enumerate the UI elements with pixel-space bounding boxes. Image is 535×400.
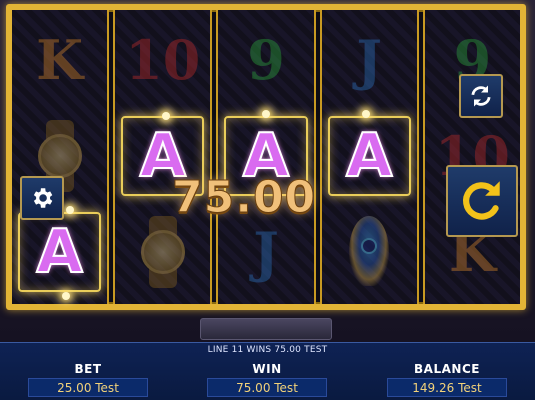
symbol-k: K: [36, 28, 84, 92]
balance-value: 149.26 Test: [387, 378, 507, 397]
autoplay-button[interactable]: [459, 74, 503, 118]
win-label: WIN: [252, 362, 282, 376]
reel-4: J A: [319, 10, 419, 304]
settings-button[interactable]: [20, 176, 64, 220]
symbol-ace-winning: A: [322, 108, 417, 204]
win-highlight: [18, 212, 102, 292]
balance-label: BALANCE: [414, 362, 480, 376]
reel-1: K A: [12, 10, 110, 304]
win-value: 75.00 Test: [207, 378, 327, 397]
spin-arrow-icon: [463, 181, 500, 220]
reels: K A 10 A 9 A J J A 9 10 K: [12, 10, 521, 304]
spin-button[interactable]: [446, 165, 518, 237]
bet-display[interactable]: BET 25.00 Test: [3, 362, 173, 397]
machine-base-panel: [200, 318, 332, 340]
reel-5: 9 10 K: [422, 10, 521, 304]
balance-display: BALANCE 149.26 Test: [362, 362, 532, 397]
win-amount-overlay: 75.00: [171, 172, 317, 224]
bet-label: BET: [74, 362, 102, 376]
symbol-j: J: [356, 28, 382, 92]
reel-2: 10 A: [113, 10, 213, 304]
bet-value: 25.00 Test: [28, 378, 148, 397]
win-highlight: [327, 116, 411, 196]
symbol-nine: 9: [247, 28, 285, 92]
gear-icon: [33, 188, 53, 208]
sparkle: [162, 112, 170, 120]
sparkle: [66, 206, 74, 214]
peacock-feather-icon: [339, 212, 399, 292]
watch-icon: [135, 216, 191, 288]
bottom-bar: LINE 11 WINS 75.00 TEST BET 25.00 Test W…: [0, 342, 535, 400]
win-display: WIN 75.00 Test: [182, 362, 352, 397]
symbol-feather: [322, 204, 417, 300]
symbol-ten: 10: [125, 28, 201, 92]
reel-3: 9 A J: [216, 10, 316, 304]
sparkle: [262, 110, 270, 118]
win-line-message: LINE 11 WINS 75.00 TEST: [207, 345, 328, 355]
autoplay-loop-icon: [471, 85, 491, 107]
sparkle: [62, 292, 70, 300]
slot-game-scene: K A 10 A 9 A J J A 9 10 K 75.00 LINE 11 …: [0, 0, 535, 400]
sparkle: [362, 110, 370, 118]
